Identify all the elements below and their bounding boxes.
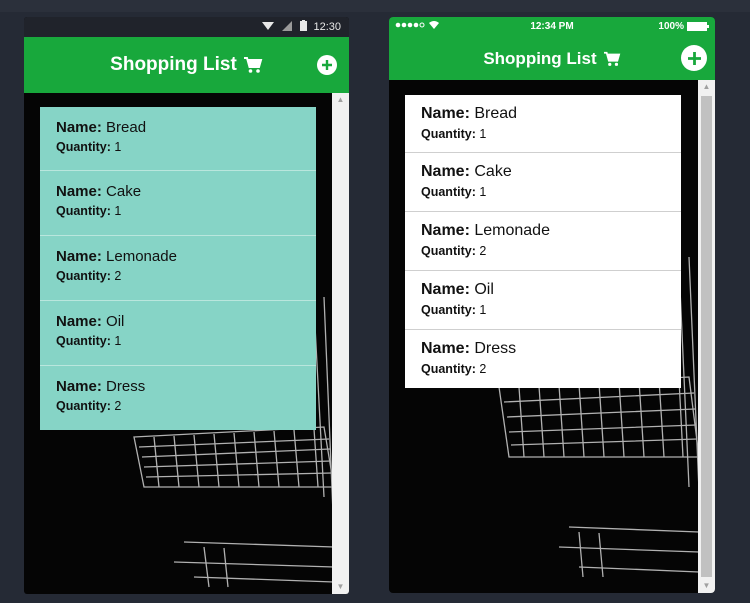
add-item-button[interactable] bbox=[681, 45, 707, 71]
name-label: Name: bbox=[56, 183, 102, 200]
window-top-strip bbox=[0, 0, 750, 12]
item-quantity: 2 bbox=[114, 269, 122, 283]
item-quantity: 1 bbox=[479, 127, 487, 141]
quantity-label: Quantity: bbox=[56, 204, 111, 218]
vertical-scrollbar[interactable]: ▲ ▼ bbox=[332, 93, 349, 594]
cart-icon bbox=[603, 51, 620, 66]
signal-icon bbox=[282, 20, 292, 31]
name-label: Name: bbox=[421, 105, 470, 122]
name-label: Name: bbox=[421, 340, 470, 357]
list-item[interactable]: Name: Dress Quantity: 2 bbox=[40, 365, 316, 430]
quantity-label: Quantity: bbox=[56, 399, 111, 413]
battery-percent: 100% bbox=[658, 21, 684, 32]
quantity-label: Quantity: bbox=[56, 140, 111, 154]
item-name: Oil bbox=[106, 313, 125, 330]
list-item[interactable]: Name: Cake Quantity: 1 bbox=[40, 170, 316, 235]
item-quantity: 2 bbox=[479, 244, 487, 258]
shopping-list: Name: Bread Quantity: 1 Name: Cake Quant… bbox=[405, 95, 681, 388]
vertical-scrollbar[interactable]: ▲ ▼ bbox=[698, 80, 715, 593]
ios-preview: 12:34 PM 100% Shopping List Name: Bread … bbox=[389, 17, 715, 593]
plus-circle-icon bbox=[687, 51, 701, 65]
battery-icon bbox=[687, 22, 709, 31]
item-quantity: 1 bbox=[114, 204, 122, 218]
android-status-bar: 12:30 bbox=[24, 17, 349, 37]
list-item[interactable]: Name: Bread Quantity: 1 bbox=[40, 107, 316, 170]
item-quantity: 1 bbox=[114, 334, 122, 348]
name-label: Name: bbox=[56, 248, 102, 265]
shopping-list: Name: Bread Quantity: 1 Name: Cake Quant… bbox=[40, 107, 316, 430]
item-name: Oil bbox=[474, 281, 494, 298]
page-title: Shopping List bbox=[110, 54, 237, 75]
list-item[interactable]: Name: Oil Quantity: 1 bbox=[40, 300, 316, 365]
scroll-up-icon[interactable]: ▲ bbox=[332, 93, 349, 107]
scrollbar-thumb[interactable] bbox=[701, 96, 712, 577]
name-label: Name: bbox=[56, 119, 102, 136]
add-item-button[interactable] bbox=[317, 55, 337, 75]
scroll-down-icon[interactable]: ▼ bbox=[332, 580, 349, 594]
scroll-down-icon[interactable]: ▼ bbox=[698, 579, 715, 593]
quantity-label: Quantity: bbox=[56, 269, 111, 283]
name-label: Name: bbox=[421, 281, 470, 298]
ios-status-bar: 12:34 PM 100% bbox=[389, 17, 715, 37]
status-time: 12:30 bbox=[313, 21, 341, 33]
item-quantity: 2 bbox=[114, 399, 122, 413]
list-item[interactable]: Name: Dress Quantity: 2 bbox=[405, 329, 681, 388]
quantity-label: Quantity: bbox=[421, 244, 476, 258]
quantity-label: Quantity: bbox=[56, 334, 111, 348]
plus-circle-icon bbox=[322, 60, 332, 70]
item-name: Lemonade bbox=[106, 248, 177, 265]
name-label: Name: bbox=[421, 222, 470, 239]
item-name: Cake bbox=[474, 163, 512, 180]
quantity-label: Quantity: bbox=[421, 362, 476, 376]
item-quantity: 1 bbox=[479, 303, 487, 317]
item-name: Bread bbox=[474, 105, 518, 122]
app-header: Shopping List bbox=[389, 37, 715, 80]
app-header: Shopping List bbox=[24, 37, 349, 93]
name-label: Name: bbox=[56, 313, 102, 330]
page-title: Shopping List bbox=[483, 49, 597, 68]
quantity-label: Quantity: bbox=[421, 127, 476, 141]
list-item[interactable]: Name: Lemonade Quantity: 2 bbox=[40, 235, 316, 300]
battery-icon bbox=[300, 20, 307, 31]
item-quantity: 1 bbox=[114, 140, 122, 154]
android-preview: 12:30 Shopping List Name: Bread Quantity… bbox=[24, 17, 349, 594]
list-item[interactable]: Name: Cake Quantity: 1 bbox=[405, 152, 681, 211]
quantity-label: Quantity: bbox=[421, 303, 476, 317]
cart-icon bbox=[243, 57, 263, 73]
item-name: Cake bbox=[106, 183, 142, 200]
item-name: Bread bbox=[106, 119, 147, 136]
item-quantity: 1 bbox=[479, 185, 487, 199]
item-quantity: 2 bbox=[479, 362, 487, 376]
list-item[interactable]: Name: Lemonade Quantity: 2 bbox=[405, 211, 681, 270]
item-name: Lemonade bbox=[474, 222, 550, 239]
list-item[interactable]: Name: Oil Quantity: 1 bbox=[405, 270, 681, 329]
item-name: Dress bbox=[106, 378, 146, 395]
name-label: Name: bbox=[56, 378, 102, 395]
name-label: Name: bbox=[421, 163, 470, 180]
item-name: Dress bbox=[474, 340, 517, 357]
quantity-label: Quantity: bbox=[421, 185, 476, 199]
wifi-icon bbox=[262, 21, 274, 30]
scroll-up-icon[interactable]: ▲ bbox=[698, 80, 715, 94]
list-item[interactable]: Name: Bread Quantity: 1 bbox=[405, 95, 681, 152]
